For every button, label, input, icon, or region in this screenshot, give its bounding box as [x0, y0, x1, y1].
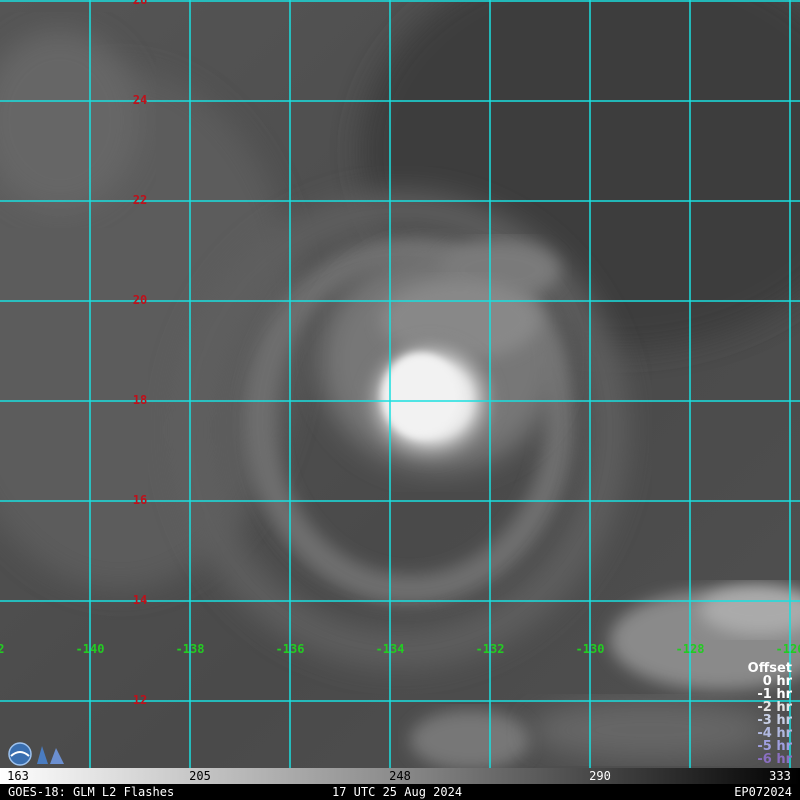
- longitude-label: -140: [75, 642, 105, 656]
- colorbar-tick-label: 205: [189, 769, 211, 783]
- longitude-label: -136: [275, 642, 305, 656]
- longitude-label: -138: [175, 642, 205, 656]
- colorbar-tick-label: 248: [389, 769, 411, 783]
- latitude-label: 24: [132, 93, 148, 107]
- longitude-label: -130: [575, 642, 605, 656]
- noaa-logo-icon: [4, 738, 74, 768]
- legend-item: -6 hr: [757, 752, 792, 767]
- longitude-label: -128: [675, 642, 705, 656]
- footer-bar: GOES-18: GLM L2 Flashes 17 UTC 25 Aug 20…: [0, 784, 800, 800]
- colorbar-tick-label: 333: [769, 769, 791, 783]
- offset-legend: Offset 0 hr -1 hr -2 hr -3 hr -4 hr -5 hr -6 h…: [748, 662, 792, 766]
- longitude-label: -134: [375, 642, 405, 656]
- latitude-label: 22: [132, 193, 148, 207]
- latitude-label: 14: [132, 593, 148, 607]
- storm-id: EP072024: [734, 785, 792, 799]
- longitude-label: -142: [0, 642, 5, 656]
- latitude-label: 12: [132, 693, 148, 707]
- latitude-label: 18: [132, 393, 148, 407]
- longitude-label: -132: [475, 642, 505, 656]
- timestamp: 17 UTC 25 Aug 2024: [332, 785, 463, 799]
- latitude-label: 16: [132, 493, 148, 507]
- colorbar-tick-label: 163: [7, 769, 29, 783]
- colorbar-tick-label: 290: [589, 769, 611, 783]
- product-label: GOES-18: GLM L2 Flashes: [8, 785, 175, 799]
- longitude-label: -126: [775, 642, 800, 656]
- brightness-temperature-colorbar: 163 205 248 290 333: [0, 768, 800, 784]
- legend-items: 0 hr -1 hr -2 hr -3 hr -4 hr -5 hr -6 hr: [748, 675, 792, 766]
- latitude-label: 26: [132, 0, 148, 7]
- satellite-map: 26 24 22 20 18 16 14 12 -142 -140 -138 -136 -134 -13…: [0, 0, 800, 768]
- latitude-label: 20: [132, 293, 148, 307]
